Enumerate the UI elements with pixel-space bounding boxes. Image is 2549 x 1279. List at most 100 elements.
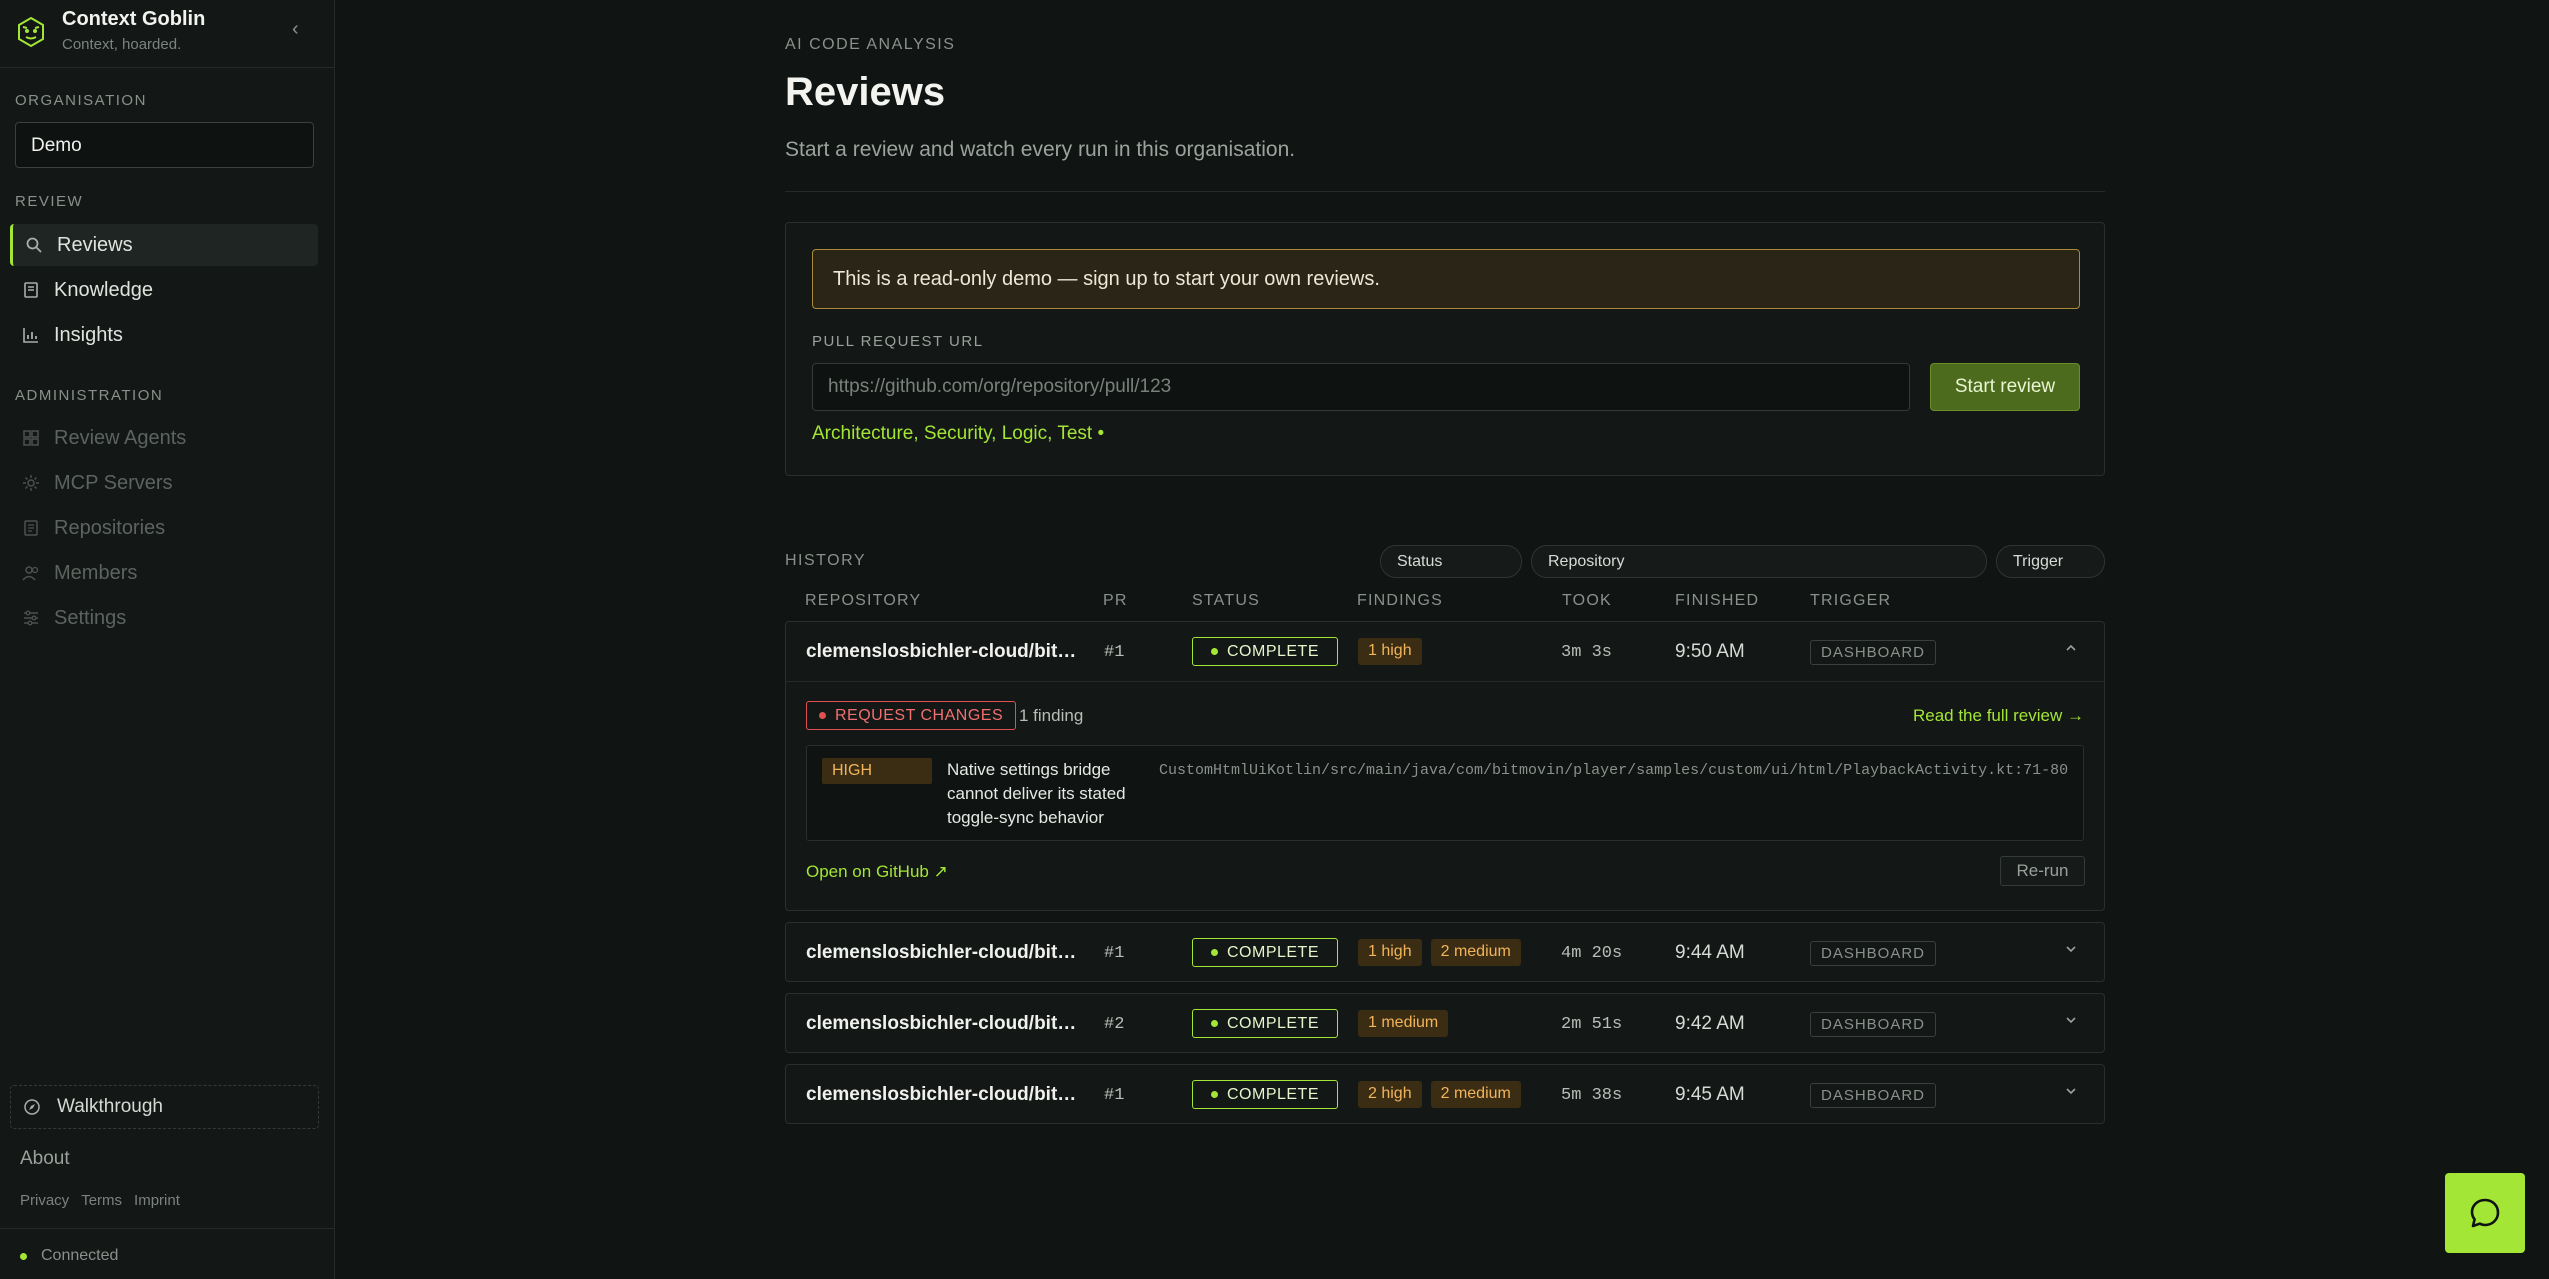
col-repository: REPOSITORY bbox=[805, 592, 922, 609]
sidebar-item-review-agents[interactable]: Review Agents bbox=[10, 417, 318, 459]
compass-icon bbox=[23, 1098, 41, 1116]
pr-url-input[interactable] bbox=[812, 363, 1910, 411]
sidebar-item-repositories[interactable]: Repositories bbox=[10, 507, 318, 549]
status-text: COMPLETE bbox=[1226, 642, 1319, 660]
sidebar-item-insights[interactable]: Insights bbox=[10, 314, 318, 356]
status-dot-icon bbox=[1210, 949, 1218, 956]
bar-chart-icon bbox=[22, 326, 40, 344]
rerun-button[interactable]: Re-run bbox=[2000, 856, 2085, 886]
status-filter[interactable]: Status bbox=[1380, 545, 1522, 578]
sidebar-item-mcp-servers[interactable]: MCP Servers bbox=[10, 462, 318, 504]
sidebar-item-knowledge[interactable]: Knowledge bbox=[10, 269, 318, 311]
sidebar: Context Goblin Context, hoarded. ‹ ORGAN… bbox=[0, 0, 335, 1279]
row-took: 4m 20s bbox=[1561, 944, 1623, 963]
findings-chips: 1 high bbox=[1358, 638, 1422, 665]
header-divider bbox=[785, 191, 2105, 192]
trigger-filter[interactable]: Trigger bbox=[1996, 545, 2105, 578]
finding-chip: 2 high bbox=[1358, 1081, 1422, 1108]
findings-chips: 2 high 2 medium bbox=[1358, 1081, 1521, 1108]
row-repo: clemenslosbichler-cloud/bitmovin-player-… bbox=[806, 1013, 1086, 1034]
finding-count: 1 finding bbox=[1019, 706, 1084, 725]
page-eyebrow: AI CODE ANALYSIS bbox=[785, 36, 956, 53]
chevron-down-icon[interactable] bbox=[2064, 1082, 2078, 1103]
open-on-github-link[interactable]: Open on GitHub ↗ bbox=[806, 862, 948, 882]
grid-icon bbox=[22, 429, 40, 447]
sidebar-item-label: MCP Servers bbox=[54, 471, 173, 494]
table-row[interactable]: clemenslosbichler-cloud/bitmovin-player-… bbox=[785, 993, 2105, 1053]
row-finished: 9:50 AM bbox=[1675, 641, 1745, 662]
row-repo: clemenslosbichler-cloud/bitmovin-player-… bbox=[806, 942, 1086, 963]
search-icon bbox=[25, 236, 43, 254]
brand-name: Context Goblin bbox=[62, 8, 206, 30]
chevron-down-icon[interactable] bbox=[2064, 1011, 2078, 1032]
sidebar-item-members[interactable]: Members bbox=[10, 552, 318, 594]
row-repo: clemenslosbichler-cloud/bitmovin-player-… bbox=[806, 1084, 1086, 1105]
trigger-badge: DASHBOARD bbox=[1810, 1012, 1937, 1037]
org-label: ORGANISATION bbox=[15, 92, 147, 109]
row-pr: #1 bbox=[1104, 1086, 1125, 1105]
row-took: 3m 3s bbox=[1561, 643, 1613, 662]
connection-status: Connected bbox=[20, 1247, 118, 1265]
trigger-badge: DASHBOARD bbox=[1810, 941, 1937, 966]
finding-item[interactable]: HIGH Native settings bridge cannot deliv… bbox=[806, 745, 2084, 841]
table-row[interactable]: clemenslosbichler-cloud/bitmovin-player-… bbox=[785, 922, 2105, 982]
table-row[interactable]: clemenslosbichler-cloud/bitmovin-player-… bbox=[785, 1064, 2105, 1124]
repo-icon bbox=[22, 519, 40, 537]
sidebar-item-label: Reviews bbox=[57, 233, 133, 256]
read-only-banner: This is a read-only demo — sign up to st… bbox=[812, 249, 2080, 309]
col-finished: FINISHED bbox=[1675, 592, 1760, 609]
sidebar-item-label: Insights bbox=[54, 323, 123, 346]
sidebar-item-label: Members bbox=[54, 561, 138, 584]
users-icon bbox=[22, 564, 40, 582]
status-badge: COMPLETE bbox=[1192, 1009, 1338, 1038]
about-link[interactable]: About bbox=[20, 1148, 70, 1170]
status-text: COMPLETE bbox=[1226, 943, 1319, 961]
status-badge: COMPLETE bbox=[1192, 938, 1338, 967]
book-icon bbox=[22, 281, 40, 299]
review-section-label: REVIEW bbox=[15, 193, 84, 210]
start-review-button[interactable]: Start review bbox=[1930, 363, 2080, 411]
finding-chip: 2 medium bbox=[1430, 939, 1521, 966]
imprint-link[interactable]: Imprint bbox=[134, 1192, 180, 1209]
status-dot-icon bbox=[1210, 1091, 1218, 1098]
row-finished: 9:44 AM bbox=[1675, 942, 1745, 963]
status-dot-icon bbox=[20, 1252, 27, 1260]
legal-links: Privacy Terms Imprint bbox=[20, 1192, 180, 1209]
sidebar-item-reviews[interactable]: Reviews bbox=[10, 224, 318, 266]
col-status: STATUS bbox=[1192, 592, 1260, 609]
sidebar-item-label: Repositories bbox=[54, 516, 166, 539]
sliders-icon bbox=[22, 609, 40, 627]
goblin-logo-icon bbox=[18, 16, 44, 48]
trigger-badge: DASHBOARD bbox=[1810, 640, 1937, 665]
repository-filter[interactable]: Repository bbox=[1531, 545, 1987, 578]
privacy-link[interactable]: Privacy bbox=[20, 1192, 69, 1209]
terms-link[interactable]: Terms bbox=[81, 1192, 122, 1209]
finding-chip: 1 high bbox=[1358, 638, 1422, 665]
finding-title: Native settings bridge cannot deliver it… bbox=[947, 760, 1126, 827]
row-pr: #1 bbox=[1104, 944, 1125, 963]
row-finished: 9:42 AM bbox=[1675, 1013, 1745, 1034]
agents-selector[interactable]: Architecture, Security, Logic, Test • bbox=[812, 423, 1104, 445]
status-badge: COMPLETE bbox=[1192, 637, 1338, 666]
page-subtitle: Start a review and watch every run in th… bbox=[785, 138, 1296, 161]
col-findings: FINDINGS bbox=[1357, 592, 1444, 609]
col-trigger: TRIGGER bbox=[1810, 592, 1892, 609]
finding-chip: 2 medium bbox=[1430, 1081, 1521, 1108]
read-full-review-link[interactable]: Read the full review → bbox=[1913, 706, 2084, 726]
status-text: COMPLETE bbox=[1226, 1014, 1319, 1032]
table-row[interactable]: clemenslosbichler-cloud/bitmovin-player-… bbox=[785, 621, 2105, 911]
brand-header: Context Goblin Context, hoarded. ‹ bbox=[0, 0, 334, 68]
verdict-text: REQUEST CHANGES bbox=[835, 706, 1004, 724]
walkthrough-button[interactable]: Walkthrough bbox=[10, 1085, 319, 1129]
chevron-down-icon[interactable] bbox=[2064, 940, 2078, 961]
row-took: 2m 51s bbox=[1561, 1015, 1623, 1034]
trigger-badge: DASHBOARD bbox=[1810, 1083, 1937, 1108]
chat-button[interactable] bbox=[2445, 1173, 2525, 1253]
new-review-card: This is a read-only demo — sign up to st… bbox=[785, 222, 2105, 476]
collapse-sidebar-icon[interactable]: ‹ bbox=[292, 18, 299, 41]
sidebar-item-settings[interactable]: Settings bbox=[10, 597, 318, 639]
finding-path: CustomHtmlUiKotlin/src/main/java/com/bit… bbox=[1159, 762, 2069, 779]
org-select[interactable]: Demo bbox=[15, 122, 314, 168]
row-took: 5m 38s bbox=[1561, 1086, 1623, 1105]
chevron-up-icon[interactable] bbox=[2064, 639, 2078, 660]
